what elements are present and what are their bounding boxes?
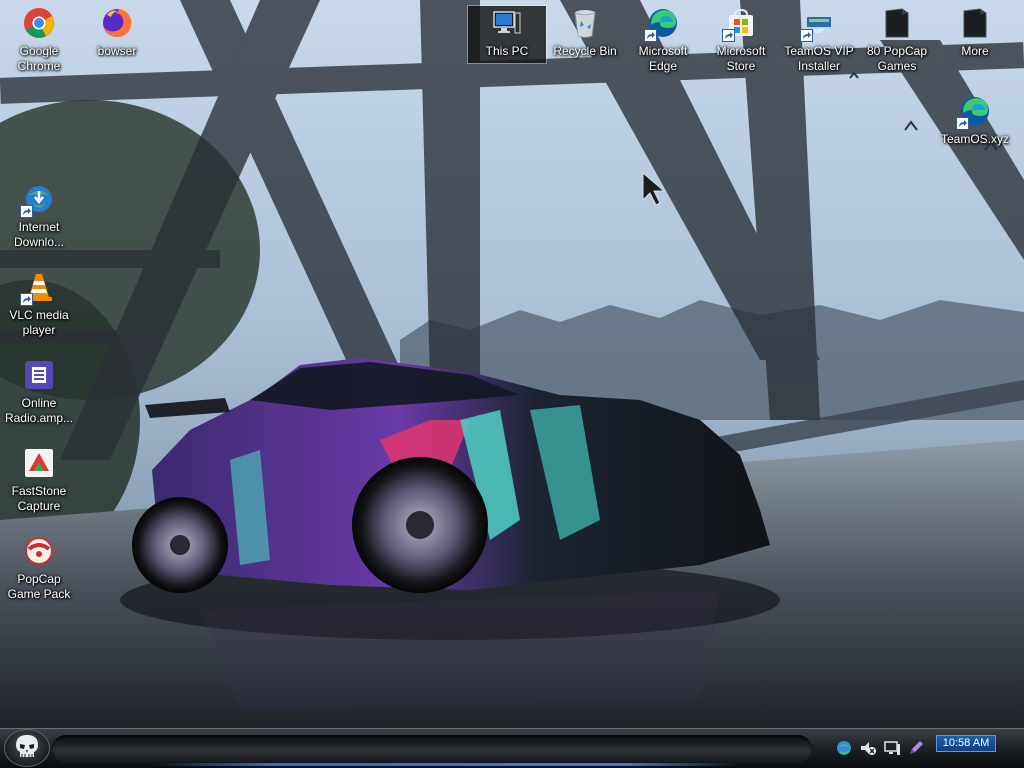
desktop-icon-bowser[interactable]: bowser: [78, 6, 156, 59]
desktop-icon-label: TeamOS.xyz: [940, 132, 1009, 146]
taskbar-button-area[interactable]: [52, 735, 812, 763]
shortcut-arrow-icon: [800, 29, 813, 42]
vlc-cone-icon: [20, 270, 56, 306]
desktop-icon-online-radio[interactable]: Online Radio.amp...: [0, 358, 78, 426]
desktop-icon-label: Internet Downlo...: [13, 220, 65, 249]
desktop-icon-label: PopCap Game Pack: [7, 572, 71, 601]
desktop-icon-label: Recycle Bin: [553, 44, 617, 58]
popcap-game-pack-icon: [22, 534, 56, 568]
desktop-icon-faststone-capture[interactable]: FastStone Capture: [0, 446, 78, 514]
desktop-icon-teamos-xyz[interactable]: TeamOS.xyz: [936, 94, 1014, 147]
desktop-icon-microsoft-store[interactable]: Microsoft Store: [702, 6, 780, 74]
network-globe-icon[interactable]: [834, 738, 854, 758]
desktop-icon-label: FastStone Capture: [11, 484, 67, 513]
shortcut-arrow-icon: [956, 117, 969, 130]
desktop-wallpaper: [0, 0, 1024, 730]
firefox-icon: [100, 6, 134, 40]
teamos-vip-installer-icon: VIP: [800, 6, 836, 42]
shortcut-arrow-icon: [644, 29, 657, 42]
desktop-icon-label: 80 PopCap Games: [866, 44, 928, 73]
recycle-bin-icon: [568, 6, 602, 40]
shortcut-arrow-icon: [722, 29, 735, 42]
desktop-icon-this-pc[interactable]: This PC: [467, 5, 547, 64]
teamos-xyz-icon: [956, 94, 992, 130]
faststone-capture-icon: [22, 446, 56, 480]
shortcut-arrow-icon: [20, 293, 33, 306]
microsoft-edge-icon: [644, 6, 680, 42]
google-chrome-icon: [22, 6, 56, 40]
desktop-icon-recycle-bin[interactable]: Recycle Bin: [546, 6, 624, 59]
start-button[interactable]: [4, 729, 50, 767]
desktop-icon-more-folder[interactable]: More: [936, 6, 1014, 59]
desktop-icon-label: This PC: [485, 44, 529, 58]
desktop-icon-google-chrome[interactable]: Google Chrome: [0, 6, 78, 74]
taskbar-clock[interactable]: 10:58 AM: [936, 735, 996, 752]
skull-start-icon: [12, 732, 42, 765]
shortcut-arrow-icon: [20, 205, 33, 218]
volume-muted-icon[interactable]: [858, 738, 878, 758]
desktop-icon-popcap-games-folder[interactable]: 80 PopCap Games: [858, 6, 936, 74]
desktop-icon-label: TeamOS VIP Installer: [784, 44, 854, 73]
popcap-games-icon: [880, 6, 914, 40]
microsoft-store-icon: [722, 6, 758, 42]
more-folder-icon: [958, 6, 992, 40]
taskbar-glow-strip: [150, 763, 740, 766]
this-pc-icon: [490, 6, 524, 40]
desktop-icon-label: Google Chrome: [17, 44, 61, 73]
desktop-icon-microsoft-edge[interactable]: Microsoft Edge: [624, 6, 702, 74]
desktop-icon-teamos-vip-installer[interactable]: VIP TeamOS VIP Installer: [780, 6, 858, 74]
desktop-icon-label: VLC media player: [9, 308, 69, 337]
svg-text:VIP: VIP: [814, 28, 824, 35]
desktop-icon-internet-download-manager[interactable]: Internet Downlo...: [0, 182, 78, 250]
desktop-icon-label: More: [961, 44, 989, 58]
desktop-icon-label: Microsoft Store: [716, 44, 766, 73]
desktop-icon-vlc-media-player[interactable]: VLC media player: [0, 270, 78, 338]
pen-icon[interactable]: [906, 738, 926, 758]
internet-download-manager-icon: [20, 182, 56, 218]
desktop-icon-label: Microsoft Edge: [638, 44, 688, 73]
desktop-icon-label: bowser: [97, 44, 137, 58]
display-icon[interactable]: [882, 738, 902, 758]
desktop-icon-popcap-game-pack[interactable]: PopCap Game Pack: [0, 534, 78, 602]
online-radio-icon: [22, 358, 56, 392]
desktop-icon-label: Online Radio.amp...: [4, 396, 74, 425]
